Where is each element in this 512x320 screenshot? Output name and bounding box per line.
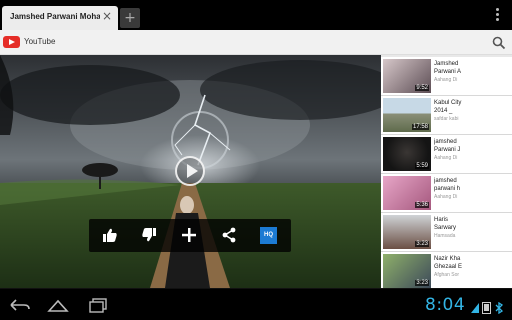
video-title: jamshed Parwani J bbox=[434, 139, 461, 153]
share-icon bbox=[222, 227, 236, 243]
add-to-playlist-button[interactable] bbox=[173, 219, 205, 252]
screenshot-icon bbox=[482, 299, 491, 318]
browser-tab-active[interactable]: Jamshed Parwani Moha… × bbox=[2, 6, 118, 30]
video-title: Jamshed Parwani A bbox=[434, 61, 462, 75]
video-title: Haris Sarwary bbox=[434, 217, 457, 231]
like-button[interactable] bbox=[94, 219, 126, 252]
video-duration: 5:36 bbox=[415, 202, 429, 208]
app-bar: YouTube bbox=[0, 30, 512, 55]
app-title: YouTube bbox=[24, 37, 56, 46]
video-thumbnail: 9:52 bbox=[383, 59, 431, 93]
related-video-item[interactable]: 5:36 jamshed parwani h Aahang Di bbox=[381, 174, 512, 213]
related-video-item[interactable]: 9:52 Jamshed Parwani A Aahang Di bbox=[381, 57, 512, 96]
related-videos-list: 9:52 Jamshed Parwani A Aahang Di 17:58 Ka… bbox=[381, 55, 512, 288]
video-thumbnail: 17:58 bbox=[383, 98, 431, 132]
player-action-bar: HQ bbox=[89, 219, 291, 252]
plus-icon bbox=[182, 228, 196, 242]
video-duration: 3:23 bbox=[415, 241, 429, 247]
recents-icon[interactable] bbox=[86, 295, 110, 315]
video-thumbnail: 3:23 bbox=[383, 215, 431, 249]
status-clock: 8:04 bbox=[425, 295, 466, 315]
overflow-menu-icon[interactable] bbox=[494, 8, 500, 22]
tab-close-icon[interactable]: × bbox=[100, 9, 114, 23]
back-icon[interactable] bbox=[8, 295, 32, 315]
video-title: Kabul City 2014 _ bbox=[434, 100, 462, 114]
video-channel: Aahang Di bbox=[434, 77, 458, 83]
youtube-logo-icon[interactable] bbox=[3, 36, 20, 48]
system-navigation-bar: 8:04 bbox=[0, 288, 512, 320]
video-channel: Afghan Sor bbox=[434, 272, 460, 278]
video-duration: 17:58 bbox=[411, 124, 429, 130]
share-button[interactable] bbox=[213, 219, 245, 252]
video-player[interactable]: HQ bbox=[0, 55, 381, 288]
video-title: Nazir Kha Ghezaal E bbox=[434, 256, 463, 270]
bluetooth-icon bbox=[494, 299, 504, 318]
video-duration: 9:52 bbox=[415, 85, 429, 91]
thumbs-down-icon bbox=[142, 228, 156, 242]
dislike-button[interactable] bbox=[133, 219, 165, 252]
video-channel: Aahang Di bbox=[434, 155, 458, 161]
hq-toggle-button[interactable]: HQ bbox=[260, 227, 277, 244]
video-channel: Aahang Di bbox=[434, 194, 458, 200]
signal-icon bbox=[470, 299, 480, 318]
video-channel: Hamsada bbox=[434, 233, 456, 239]
video-duration: 3:23 bbox=[415, 280, 429, 286]
play-button[interactable] bbox=[175, 156, 205, 186]
new-tab-button[interactable]: + bbox=[120, 8, 140, 28]
browser-tab-strip: Jamshed Parwani Moha… × + bbox=[0, 0, 512, 30]
tab-title: Jamshed Parwani Moha… bbox=[10, 12, 100, 21]
related-video-item[interactable]: 3:23 Nazir Kha Ghezaal E Afghan Sor bbox=[381, 252, 512, 288]
related-video-item[interactable]: 3:23 Haris Sarwary Hamsada bbox=[381, 213, 512, 252]
video-thumbnail: 3:23 bbox=[383, 254, 431, 288]
video-thumbnail: 5:36 bbox=[383, 176, 431, 210]
video-duration: 5:59 bbox=[415, 163, 429, 169]
home-icon[interactable] bbox=[46, 295, 70, 315]
search-icon[interactable] bbox=[492, 35, 506, 50]
related-video-item[interactable]: 5:59 jamshed Parwani J Aahang Di bbox=[381, 135, 512, 174]
video-thumbnail: 5:59 bbox=[383, 137, 431, 171]
video-channel: safdar kabi bbox=[434, 116, 459, 122]
related-video-item[interactable]: 17:58 Kabul City 2014 _ safdar kabi bbox=[381, 96, 512, 135]
thumbs-up-icon bbox=[103, 228, 117, 242]
video-title: jamshed parwani h bbox=[434, 178, 461, 192]
